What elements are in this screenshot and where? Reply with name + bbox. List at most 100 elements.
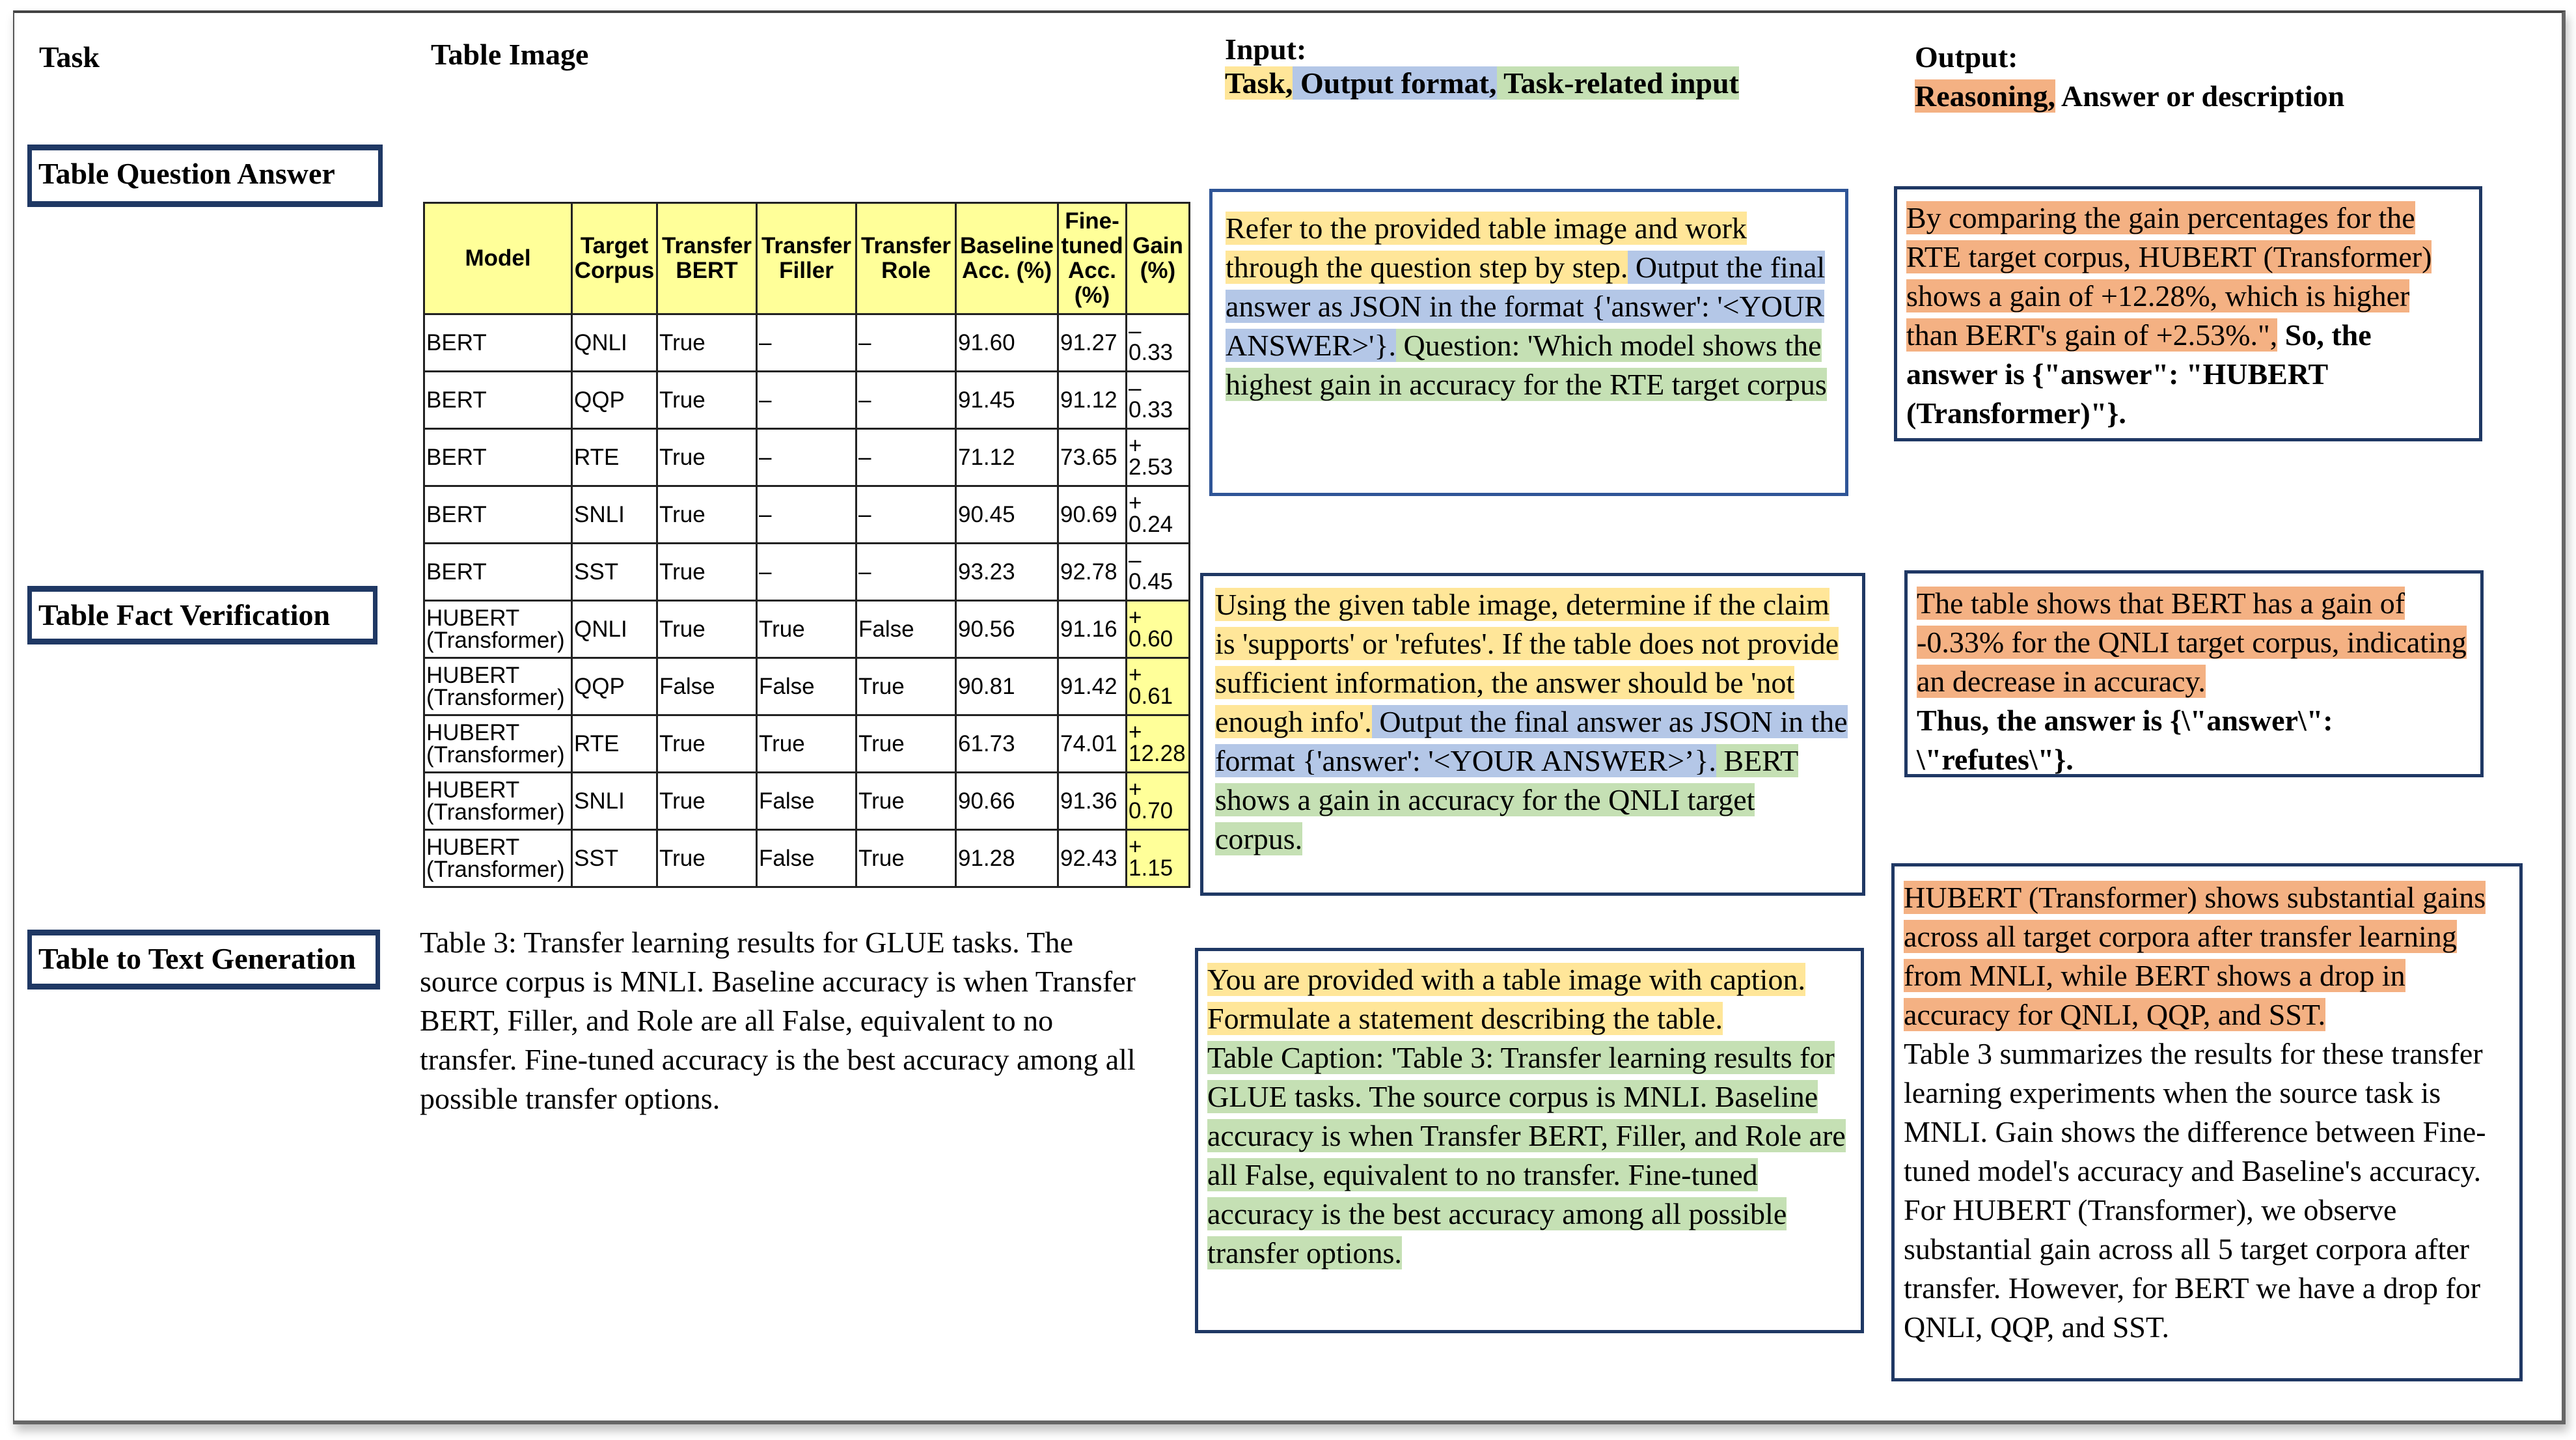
segment-input: Task-related input bbox=[1496, 66, 1739, 100]
task-label-text: Table to Text Generation bbox=[38, 942, 356, 975]
cell-baseline-acc: 71.12 bbox=[955, 428, 1059, 487]
cell-transfer-bert: True bbox=[656, 542, 758, 602]
cell-transfer-role: – bbox=[855, 485, 957, 544]
cell-gain: +0.61 bbox=[1125, 657, 1190, 716]
cell-transfer-bert: True bbox=[656, 771, 758, 831]
cell-transfer-bert: True bbox=[656, 370, 758, 430]
cell-transfer-filler: – bbox=[756, 370, 857, 430]
segment-task: Task, bbox=[1225, 66, 1293, 100]
cell-baseline-acc: 90.81 bbox=[955, 657, 1059, 716]
output-legend: Reasoning, Answer or description bbox=[1915, 79, 2344, 113]
cell-finetuned-acc: 91.16 bbox=[1057, 600, 1127, 659]
cell-transfer-bert: True bbox=[656, 428, 758, 487]
cell-transfer-filler: True bbox=[756, 714, 857, 773]
cell-baseline-acc: 90.66 bbox=[955, 771, 1059, 831]
cell-transfer-role: – bbox=[855, 370, 957, 430]
cell-transfer-filler: False bbox=[756, 771, 857, 831]
cell-transfer-filler: False bbox=[756, 657, 857, 716]
input-box-question-answer: Refer to the provided table image and wo… bbox=[1209, 189, 1848, 496]
table-header-row: Model Target Corpus Transfer BERT Transf… bbox=[423, 202, 1190, 315]
cell-model: BERT bbox=[423, 428, 573, 487]
cell-transfer-bert: True bbox=[656, 313, 758, 372]
col-transfer-role: Transfer Role bbox=[855, 202, 957, 315]
cell-model: BERT bbox=[423, 542, 573, 602]
col-target-corpus: Target Corpus bbox=[571, 202, 658, 315]
table-row: HUBERT (Transformer) QQP False False True 90.8… bbox=[423, 657, 1190, 716]
col-transfer-bert: Transfer BERT bbox=[656, 202, 758, 315]
cell-transfer-bert: True bbox=[656, 714, 758, 773]
cell-transfer-role: – bbox=[855, 542, 957, 602]
segment-input: Table Caption: 'Table 3: Transfer learni… bbox=[1207, 1041, 1846, 1269]
cell-target-corpus: QNLI bbox=[571, 600, 658, 659]
input-legend: Task, Output format, Task-related input bbox=[1225, 66, 1739, 100]
cell-transfer-role: True bbox=[855, 657, 957, 716]
cell-gain: +1.15 bbox=[1125, 829, 1190, 888]
cell-baseline-acc: 91.60 bbox=[955, 313, 1059, 372]
cell-finetuned-acc: 92.78 bbox=[1057, 542, 1127, 602]
table-row: BERT RTE True – –71.12 73.65 +2.53 bbox=[423, 428, 1190, 487]
cell-model: HUBERT (Transformer) bbox=[423, 829, 573, 888]
cell-gain: –0.45 bbox=[1125, 542, 1190, 602]
cell-baseline-acc: 90.56 bbox=[955, 600, 1059, 659]
cell-transfer-filler: False bbox=[756, 829, 857, 888]
task-label-table-to-text-generation: Table to Text Generation bbox=[27, 930, 380, 990]
cell-gain: –0.33 bbox=[1125, 313, 1190, 372]
segment-reason: The table shows that BERT has a gain of … bbox=[1917, 587, 2467, 698]
cell-transfer-role: True bbox=[855, 829, 957, 888]
input-title: Input: bbox=[1225, 33, 1307, 66]
cell-gain: –0.33 bbox=[1125, 370, 1190, 430]
cell-transfer-role: True bbox=[855, 714, 957, 773]
cell-transfer-filler: – bbox=[756, 485, 857, 544]
input-box-fact-verification: Using the given table image, determine i… bbox=[1200, 573, 1865, 896]
output-box-fact-verification: The table shows that BERT has a gain of … bbox=[1904, 570, 2484, 777]
table-row: HUBERT (Transformer) RTE True True True 61.73 7… bbox=[423, 714, 1190, 773]
table-row: HUBERT (Transformer) SNLI True False True 90.6… bbox=[423, 771, 1190, 831]
col-model: Model bbox=[423, 202, 573, 315]
cell-model: HUBERT (Transformer) bbox=[423, 600, 573, 659]
cell-baseline-acc: 91.45 bbox=[955, 370, 1059, 430]
cell-finetuned-acc: 91.12 bbox=[1057, 370, 1127, 430]
cell-model: BERT bbox=[423, 370, 573, 430]
cell-baseline-acc: 61.73 bbox=[955, 714, 1059, 773]
cell-finetuned-acc: 90.69 bbox=[1057, 485, 1127, 544]
segment-plain: Answer or description bbox=[2055, 79, 2345, 113]
col-finetuned-acc: Fine-tuned Acc. (%) bbox=[1057, 202, 1127, 315]
cell-baseline-acc: 93.23 bbox=[955, 542, 1059, 602]
header-task: Task bbox=[39, 40, 100, 74]
table-row: HUBERT (Transformer) SST True False True 91.28… bbox=[423, 829, 1190, 888]
cell-transfer-role: – bbox=[855, 313, 957, 372]
cell-target-corpus: SNLI bbox=[571, 485, 658, 544]
cell-target-corpus: SST bbox=[571, 542, 658, 602]
header-output: Output: Reasoning, Answer or description bbox=[1915, 40, 2344, 113]
results-table: Model Target Corpus Transfer BERT Transf… bbox=[423, 202, 1190, 888]
col-gain: Gain (%) bbox=[1125, 202, 1190, 315]
cell-target-corpus: SNLI bbox=[571, 771, 658, 831]
cell-transfer-filler: – bbox=[756, 313, 857, 372]
table-row: BERT QNLI True – –91.60 91.27–0.33 bbox=[423, 313, 1190, 372]
cell-transfer-bert: True bbox=[656, 600, 758, 659]
col-transfer-filler: Transfer Filler bbox=[756, 202, 857, 315]
table-row: BERT QQP True – –91.45 91.12–0.33 bbox=[423, 370, 1190, 430]
cell-gain: +0.70 bbox=[1125, 771, 1190, 831]
cell-model: HUBERT (Transformer) bbox=[423, 771, 573, 831]
cell-gain: +2.53 bbox=[1125, 428, 1190, 487]
cell-gain: +0.24 bbox=[1125, 485, 1190, 544]
task-label-text: Table Fact Verification bbox=[38, 598, 331, 631]
segment-plain: Table 3 summarizes the results for these… bbox=[1904, 1037, 2486, 1344]
segment-answer: Thus, the answer is {\"answer\": \"refut… bbox=[1917, 704, 2333, 776]
cell-model: HUBERT (Transformer) bbox=[423, 714, 573, 773]
cell-baseline-acc: 90.45 bbox=[955, 485, 1059, 544]
cell-transfer-filler: – bbox=[756, 542, 857, 602]
cell-finetuned-acc: 91.27 bbox=[1057, 313, 1127, 372]
segment-reason: HUBERT (Transformer) shows substantial g… bbox=[1904, 881, 2486, 1031]
cell-target-corpus: SST bbox=[571, 829, 658, 888]
cell-model: BERT bbox=[423, 485, 573, 544]
cell-finetuned-acc: 73.65 bbox=[1057, 428, 1127, 487]
cell-transfer-bert: False bbox=[656, 657, 758, 716]
cell-finetuned-acc: 92.43 bbox=[1057, 829, 1127, 888]
cell-model: BERT bbox=[423, 313, 573, 372]
cell-target-corpus: QQP bbox=[571, 657, 658, 716]
cell-finetuned-acc: 91.42 bbox=[1057, 657, 1127, 716]
cell-target-corpus: QQP bbox=[571, 370, 658, 430]
table-row: BERT SST True – –93.23 92.78–0.45 bbox=[423, 542, 1190, 602]
